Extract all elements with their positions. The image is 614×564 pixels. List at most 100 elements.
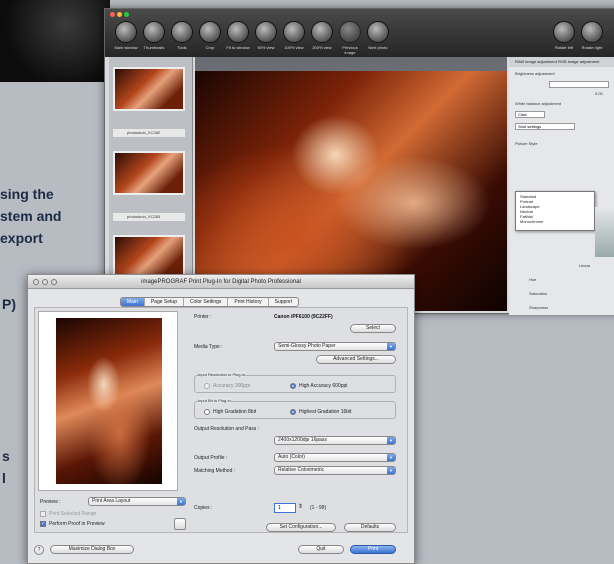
output-profile-value: Auto (Color) xyxy=(278,454,305,460)
wb-click-button[interactable]: Click xyxy=(515,111,545,118)
preview-select[interactable]: Print Area Layout ▼ xyxy=(88,497,186,506)
background-text-line: stem and xyxy=(0,208,62,224)
toolbar-label: Tools xyxy=(177,45,187,50)
dpp-toolbar: Main window Thumbnails Tools Crop Fit to… xyxy=(105,9,614,57)
printer-label: Printer : xyxy=(194,314,212,320)
dialog-minimize-button[interactable] xyxy=(42,279,48,285)
quit-button[interactable]: Quit xyxy=(298,545,344,554)
help-icon[interactable]: ? xyxy=(34,545,44,555)
rotate-left-button[interactable] xyxy=(553,21,575,43)
dpp-main-window: Main window Thumbnails Tools Crop Fit to… xyxy=(104,8,614,315)
toolbar-label: 200% view xyxy=(312,45,332,50)
perform-proof-checkbox[interactable]: ✓ xyxy=(40,521,46,527)
zoom-200-button[interactable] xyxy=(311,21,333,43)
dialog-zoom-button[interactable] xyxy=(51,279,57,285)
copies-input[interactable]: 1 xyxy=(274,503,296,513)
input-resolution-title: Input Resolution to Plug-in xyxy=(198,372,245,377)
saturation-label: Saturation xyxy=(529,291,548,296)
high-accuracy-600-label: High Accuracy 600ppi xyxy=(299,383,348,389)
tab-page-setup[interactable]: Page Setup xyxy=(145,298,184,306)
picture-style-label: Picture Style xyxy=(515,141,538,146)
hue-label: Hue xyxy=(529,277,537,282)
rotate-right-button[interactable] xyxy=(581,21,603,43)
toolbar-label: Previous image xyxy=(342,45,358,55)
highest-gradation-16bit-label: Highest Gradation 16bit xyxy=(299,409,352,415)
set-configuration-button[interactable]: Set Configuration... xyxy=(266,523,336,532)
background-photo xyxy=(0,0,110,82)
high-gradation-8bit-radio[interactable] xyxy=(204,409,210,415)
toolbar-label: Crop xyxy=(205,45,215,50)
brightness-slider[interactable] xyxy=(549,81,609,88)
background-text-line: export xyxy=(0,230,43,246)
background-text-line: sing the xyxy=(0,186,54,202)
thumbnail-image[interactable] xyxy=(113,67,185,111)
print-plugin-dialog: imagePROGRAF Print Plug-In for Digital P… xyxy=(27,274,415,564)
menu-item[interactable]: Monochrome xyxy=(520,219,590,224)
proof-settings-icon[interactable] xyxy=(174,518,186,530)
previous-image-button[interactable] xyxy=(339,21,361,43)
zoom-50-button[interactable] xyxy=(255,21,277,43)
print-selected-range-label: Print Selected Range xyxy=(49,511,97,517)
matching-method-select[interactable]: Relative Colorimetric ▼ xyxy=(274,466,396,475)
defaults-button[interactable]: Defaults xyxy=(344,523,396,532)
chevron-down-icon: ▼ xyxy=(387,343,395,350)
matching-method-value: Relative Colorimetric xyxy=(278,467,325,473)
window-minimize-button[interactable] xyxy=(117,12,122,17)
picture-style-menu[interactable]: Standard Portrait Landscape Neutral Fait… xyxy=(515,191,595,231)
select-printer-button[interactable]: Select xyxy=(350,324,396,333)
accuracy-300-radio[interactable] xyxy=(204,383,210,389)
print-selected-range-checkbox[interactable] xyxy=(40,511,46,517)
toolbar-label: Rotate left xyxy=(554,45,574,50)
chevron-down-icon: ▼ xyxy=(387,454,395,461)
copies-label: Copies : xyxy=(194,505,213,511)
perform-proof-label: Perform Proof in Preview xyxy=(49,521,105,527)
toolbar-label: Rotate right xyxy=(581,45,603,50)
maximize-dialog-button[interactable]: Maximize Dialog Box xyxy=(50,545,134,554)
dialog-close-button[interactable] xyxy=(33,279,39,285)
next-photo-button[interactable] xyxy=(367,21,389,43)
output-profile-label: Output Profile : xyxy=(194,455,228,461)
toolbar-label: 50% view xyxy=(257,45,275,50)
preview-label: Preview : xyxy=(40,499,61,505)
high-accuracy-600-radio[interactable] xyxy=(290,383,296,389)
tools-button[interactable] xyxy=(171,21,193,43)
window-zoom-button[interactable] xyxy=(124,12,129,17)
print-button[interactable]: Print xyxy=(350,545,396,554)
printer-value: Canon iPF6100 (9C22FF) xyxy=(274,314,333,320)
tab-color-settings[interactable]: Color Settings xyxy=(184,298,229,306)
chevron-down-icon: ▼ xyxy=(387,467,395,474)
fit-window-button[interactable] xyxy=(227,21,249,43)
dialog-title: imagePROGRAF Print Plug-In for Digital P… xyxy=(28,275,414,289)
linear-label: Linear xyxy=(579,263,591,268)
copies-stepper[interactable]: ⇕ xyxy=(298,503,303,510)
advanced-settings-button[interactable]: Advanced Settings... xyxy=(316,355,396,364)
high-gradation-8bit-label: High Gradation 8bit xyxy=(213,409,257,415)
thumbnail-caption: photoshub_XC282 xyxy=(113,129,185,137)
thumbnail-image[interactable] xyxy=(113,235,185,279)
thumbnails-button[interactable] xyxy=(143,21,165,43)
tool-palette: RAW image adjustment RGB image adjustmen… xyxy=(509,57,614,315)
media-type-select[interactable]: Semi-Glossy Photo Paper ▼ xyxy=(274,342,396,351)
toolbar-label: Thumbnails xyxy=(143,45,165,50)
brightness-label: Brightness adjustment xyxy=(515,71,555,76)
tab-print-history[interactable]: Print History xyxy=(228,298,269,306)
dialog-tabs: Main Page Setup Color Settings Print His… xyxy=(120,297,300,307)
shot-settings-select[interactable]: Shot settings xyxy=(515,123,575,130)
input-bit-title: Input Bit to Plug-in xyxy=(198,398,231,403)
tab-main[interactable]: Main xyxy=(121,298,145,306)
tab-support[interactable]: Support xyxy=(269,298,299,306)
output-resolution-select[interactable]: 2400x1200dpi 16pass ▼ xyxy=(274,436,396,445)
main-window-button[interactable] xyxy=(115,21,137,43)
media-type-label: Media Type : xyxy=(194,344,223,350)
window-close-button[interactable] xyxy=(110,12,115,17)
white-balance-label: White balance adjustment xyxy=(515,101,562,106)
image-header-bar xyxy=(195,57,507,71)
zoom-100-button[interactable] xyxy=(283,21,305,43)
crop-button[interactable] xyxy=(199,21,221,43)
chevron-down-icon: ▼ xyxy=(387,437,395,444)
output-profile-select[interactable]: Auto (Color) ▼ xyxy=(274,453,396,462)
preview-value: Print Area Layout xyxy=(92,498,131,504)
tool-palette-tabs[interactable]: RAW image adjustment RGB image adjustmen… xyxy=(509,57,614,67)
thumbnail-image[interactable] xyxy=(113,151,185,195)
highest-gradation-16bit-radio[interactable] xyxy=(290,409,296,415)
